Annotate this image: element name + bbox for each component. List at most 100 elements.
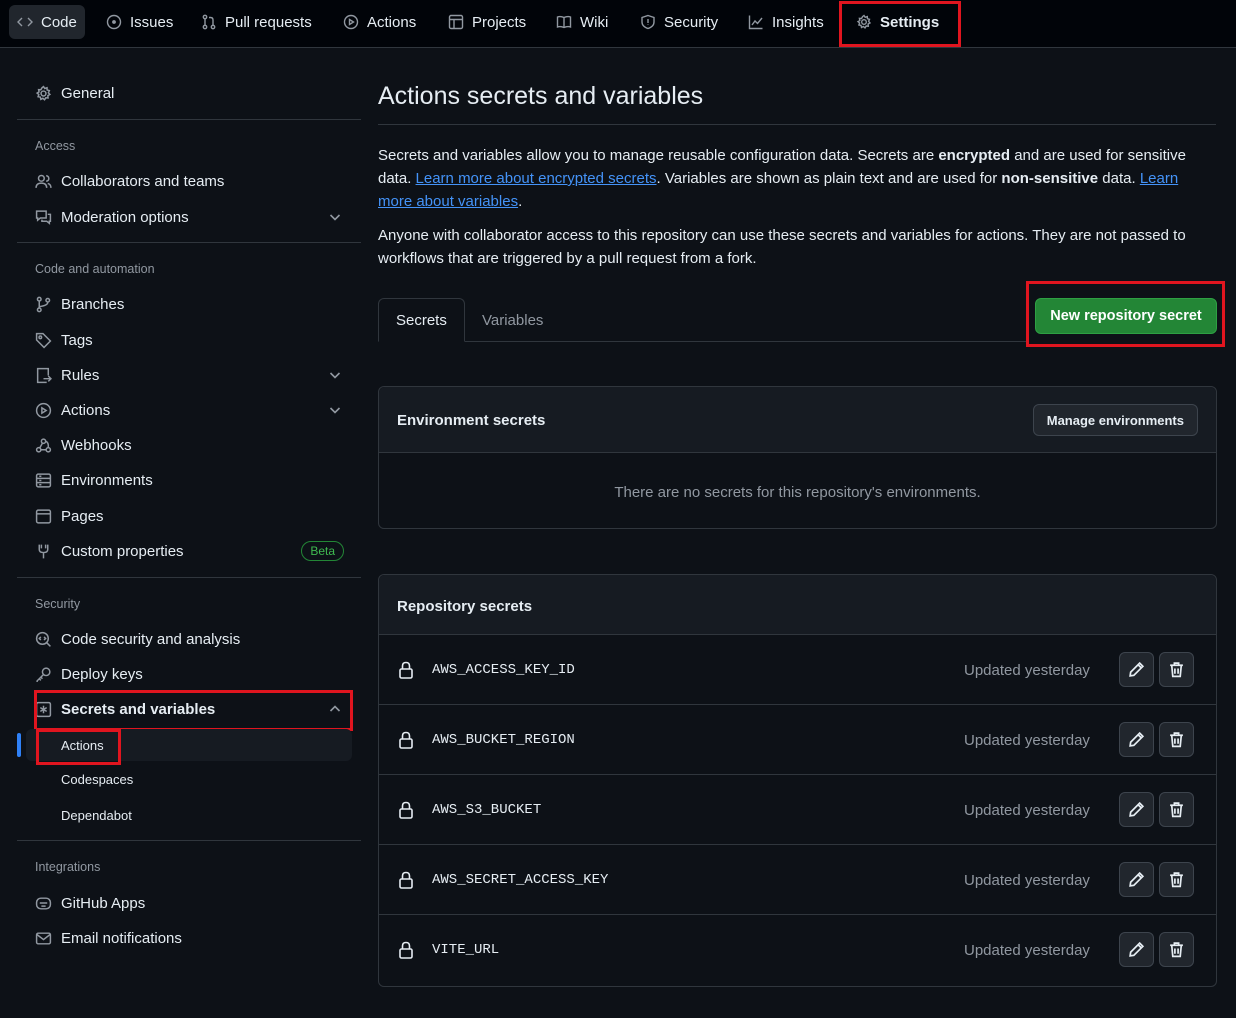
nav-settings[interactable]: Settings [848,5,948,46]
sidebar-item-label: Webhooks [61,436,132,454]
title-divider [378,124,1216,125]
edit-secret-button[interactable] [1119,652,1154,687]
nav-pull-requests-label: Pull requests [225,13,312,31]
nav-security-label: Security [664,13,719,31]
nav-code-label: Code [41,13,77,31]
manage-environments-button[interactable]: Manage environments [1032,404,1198,436]
sidebar-item-label: Pages [61,507,104,525]
hubot-icon [35,896,52,910]
sidebar-item-environments[interactable]: Environments [26,464,352,496]
trash-icon [1170,942,1183,958]
nav-pull-requests[interactable]: Pull requests [193,5,320,39]
sidebar-item-email-notifications[interactable]: Email notifications [26,922,352,954]
graph-icon [748,15,763,30]
edit-secret-button[interactable] [1119,722,1154,757]
sidebar-item-actions[interactable]: Actions [26,394,352,426]
codescan-icon [35,631,51,647]
sidebar-subitem-codespaces[interactable]: Codespaces [26,763,352,795]
secret-name: VITE_URL [432,942,500,958]
chevron-down-icon[interactable] [328,368,342,382]
nav-projects[interactable]: Projects [440,5,534,39]
sidebar-subitem-dependabot[interactable]: Dependabot [26,799,352,831]
sidebar-item-github-apps[interactable]: GitHub Apps [26,887,352,919]
sidebar-item-collaborators[interactable]: Collaborators and teams [26,165,352,197]
sidebar-item-label: Actions [61,401,111,419]
sidebar-subitem-label: Dependabot [61,807,132,823]
repository-secrets-panel: Repository secrets AWS_ACCESS_KEY_ID Upd… [378,574,1217,987]
nav-projects-label: Projects [472,13,527,31]
sidebar-item-general[interactable]: General [26,77,352,109]
nav-insights-label: Insights [772,13,824,31]
chevron-down-icon[interactable] [328,403,342,417]
lock-icon [399,661,413,679]
sidebar-item-pages[interactable]: Pages [26,500,352,532]
sidebar-item-secrets-variables[interactable]: Secrets and variables [26,693,352,725]
trash-icon [1170,732,1183,748]
trash-icon [1170,802,1183,818]
tab-secrets[interactable]: Secrets [378,298,465,342]
nav-settings-label: Settings [880,13,940,31]
sidebar-item-custom-properties[interactable]: Custom properties Beta [26,535,352,567]
pencil-icon [1129,661,1145,677]
description-text: data. [1098,170,1140,187]
tab-secrets-label: Secrets [396,311,447,329]
sidebar-item-deploy-keys[interactable]: Deploy keys [26,658,352,690]
new-repository-secret-button[interactable]: New repository secret [1035,298,1217,334]
browser-icon [35,508,52,524]
secret-name: AWS_SECRET_ACCESS_KEY [432,872,609,888]
sidebar-heading-access: Access [35,139,76,153]
sidebar-subitem-actions[interactable]: Actions [26,729,352,761]
key-icon [36,666,51,682]
pencil-icon [1129,801,1145,817]
lock-icon [399,941,413,959]
nav-wiki[interactable]: Wiki [548,5,616,39]
delete-secret-button[interactable] [1159,652,1194,687]
sidebar-divider [17,840,361,841]
delete-secret-button[interactable] [1159,862,1194,897]
delete-secret-button[interactable] [1159,792,1194,827]
webhook-icon [35,437,52,453]
note-icon [38,544,49,558]
nav-code[interactable]: Code [9,5,85,39]
nav-insights[interactable]: Insights [740,5,832,39]
description-bold-encrypted: encrypted [938,147,1011,164]
description-paragraph: Secrets and variables allow you to manag… [378,144,1216,213]
edit-secret-button[interactable] [1119,932,1154,967]
sidebar-item-webhooks[interactable]: Webhooks [26,429,352,461]
tabs-underline [378,341,1026,342]
gear-icon [35,85,52,101]
secret-updated: Updated yesterday [964,662,1090,679]
secret-name: AWS_S3_BUCKET [432,802,542,818]
sidebar-item-label: Branches [61,295,125,313]
repository-secrets-header: Repository secrets [379,575,1216,634]
sidebar-item-code-security[interactable]: Code security and analysis [26,623,352,655]
chevron-down-icon[interactable] [328,210,342,224]
nav-issues[interactable]: Issues [98,5,181,39]
page-title: Actions secrets and variables [378,82,704,110]
key-asterisk-icon [35,701,52,717]
learn-encrypted-secrets-link[interactable]: Learn more about encrypted secrets [416,170,657,187]
shield-icon [641,14,655,30]
sidebar-item-tags[interactable]: Tags [26,324,352,356]
nav-actions[interactable]: Actions [335,5,424,39]
sidebar-subitem-label: Codespaces [61,771,134,787]
delete-secret-button[interactable] [1159,722,1194,757]
edit-secret-button[interactable] [1119,862,1154,897]
nav-security[interactable]: Security [632,5,726,39]
mail-icon [35,931,52,945]
tag-icon [35,332,52,348]
sidebar-item-label: Moderation options [61,208,189,226]
delete-secret-button[interactable] [1159,932,1194,967]
sidebar-item-label: Environments [61,471,153,489]
chevron-up-icon[interactable] [328,702,342,716]
server-icon [35,472,52,488]
nav-issues-label: Issues [130,13,174,31]
beta-badge: Beta [301,541,344,561]
edit-secret-button[interactable] [1119,792,1154,827]
sidebar-item-moderation[interactable]: Moderation options [26,201,352,233]
sidebar-item-rules[interactable]: Rules [26,359,352,391]
tab-variables[interactable]: Variables [465,298,560,342]
sidebar-item-label: GitHub Apps [61,894,146,912]
git-branch-icon [36,296,51,312]
sidebar-item-branches[interactable]: Branches [26,288,352,320]
